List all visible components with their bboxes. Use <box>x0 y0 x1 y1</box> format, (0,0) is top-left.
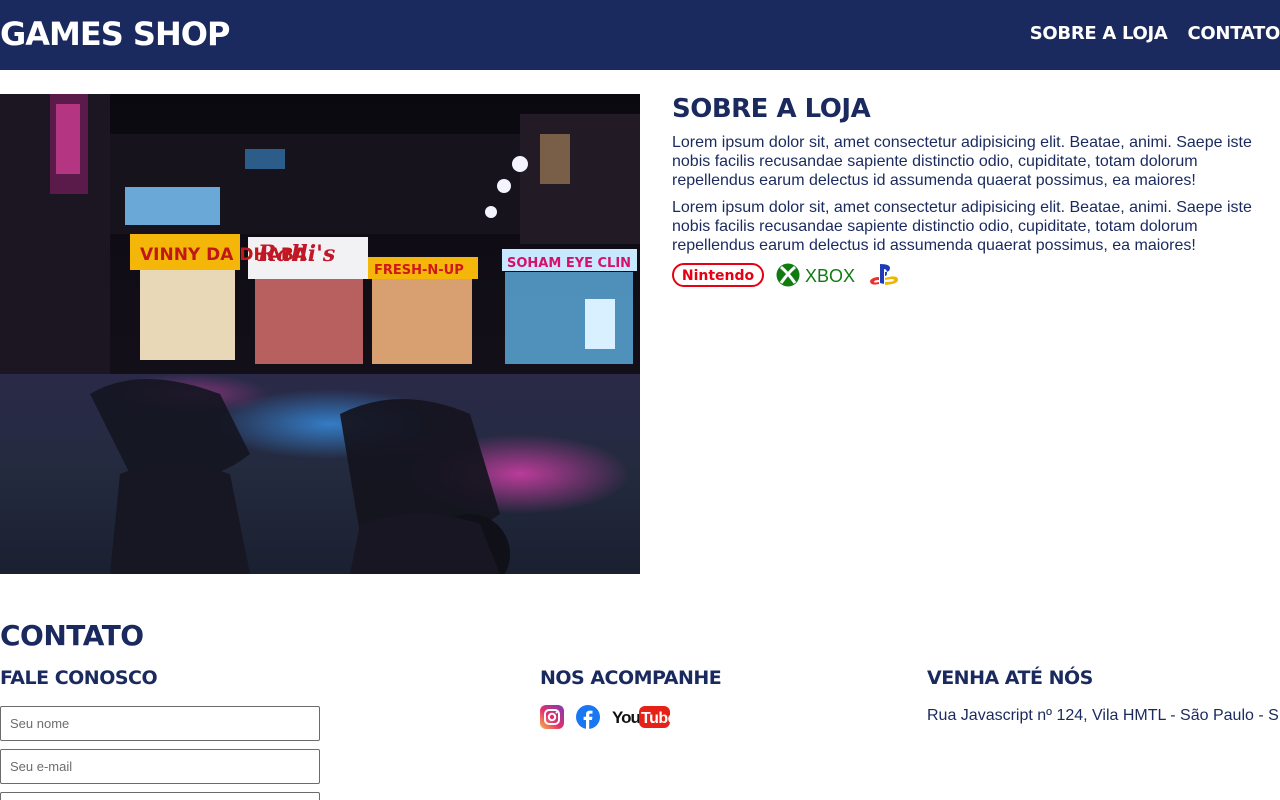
store-address: Rua Javascript nº 124, Vila HMTL - São P… <box>927 707 1280 724</box>
nos-acompanhe-heading: NOS ACOMPANHE <box>540 667 722 689</box>
email-input[interactable] <box>0 749 320 784</box>
about-paragraph-1: Lorem ipsum dolor sit, amet consectetur … <box>672 134 1252 189</box>
contact-title: CONTATO <box>0 619 144 652</box>
console-brands: Nintendo XBOX <box>672 261 1262 289</box>
sign-soham: SOHAM EYE CLIN <box>507 256 631 271</box>
night-street-illustration: VINNY DA DHABA Ralli's FRESH-N-UP SOHAM … <box>0 94 640 574</box>
sign-rallis: Ralli's <box>257 241 335 267</box>
instagram-link[interactable] <box>540 705 564 734</box>
nintendo-text: Nintendo <box>682 268 755 284</box>
name-input[interactable] <box>0 706 320 741</box>
message-input[interactable] <box>0 792 320 800</box>
instagram-icon <box>540 705 564 729</box>
fale-conosco-heading: FALE CONOSCO <box>0 667 158 689</box>
svg-text:You: You <box>612 708 640 727</box>
site-logo[interactable]: GAMES SHOP <box>0 14 230 54</box>
store-photo: VINNY DA DHABA Ralli's FRESH-N-UP SOHAM … <box>0 94 640 574</box>
playstation-icon <box>870 264 898 285</box>
xbox-text: XBOX <box>805 266 855 286</box>
about-paragraph-2: Lorem ipsum dolor sit, amet consectetur … <box>672 199 1252 254</box>
youtube-icon: You Tube <box>612 706 677 728</box>
about-title: SOBRE A LOJA <box>672 94 871 124</box>
facebook-link[interactable] <box>576 705 600 734</box>
sign-fresh: FRESH-N-UP <box>374 263 464 278</box>
nav-link-sobre[interactable]: SOBRE A LOJA <box>1030 22 1168 46</box>
site-header: GAMES SHOP SOBRE A LOJA CONTATO <box>0 0 1280 70</box>
about-section: SOBRE A LOJA Lorem ipsum dolor sit, amet… <box>672 94 1262 289</box>
social-links: You Tube <box>540 704 677 735</box>
venha-ate-nos-heading: VENHA ATÉ NÓS <box>927 667 1093 689</box>
youtube-link[interactable]: You Tube <box>612 704 677 735</box>
xbox-logo: XBOX <box>776 263 855 287</box>
main-nav: SOBRE A LOJA CONTATO <box>1030 22 1280 46</box>
facebook-icon <box>576 705 600 729</box>
nintendo-logo: Nintendo <box>672 263 764 287</box>
nav-link-contato[interactable]: CONTATO <box>1188 22 1280 46</box>
svg-text:Tube: Tube <box>641 710 670 727</box>
